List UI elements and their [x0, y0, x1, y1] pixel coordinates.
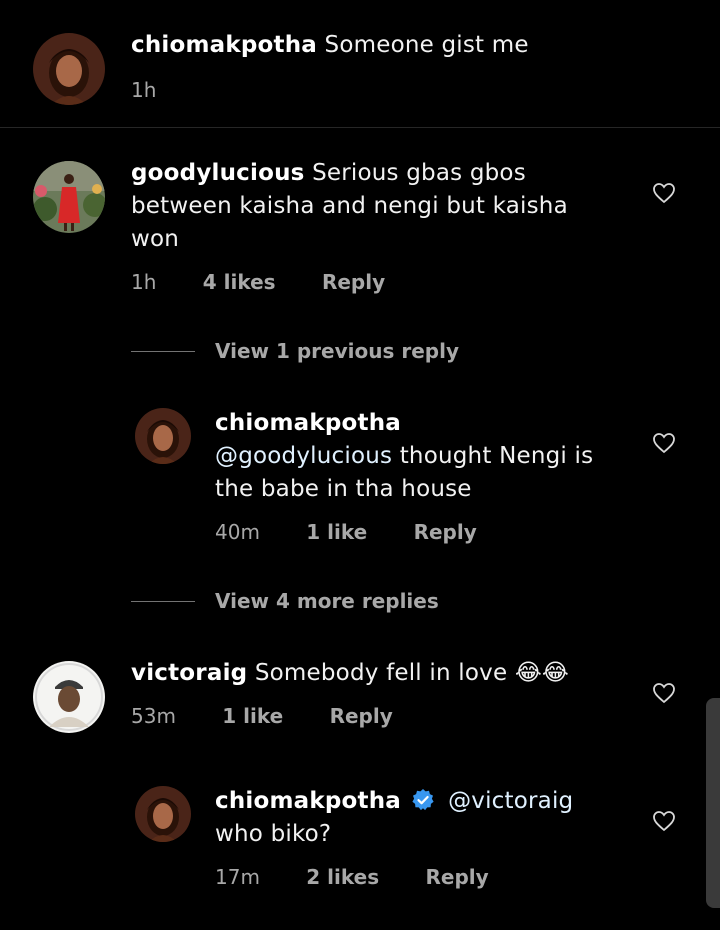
reply-button[interactable]: Reply	[425, 865, 488, 889]
replies-divider-line	[131, 600, 195, 602]
comment-victoraig-text: victoraig Somebody fell in love 😂😂	[131, 657, 631, 690]
avatar-chiomakpotha-reply[interactable]	[135, 408, 191, 464]
reply-chiomakpotha-2-text: chiomakpotha @victoraig who biko?	[215, 785, 635, 851]
caption-meta: 1h	[131, 78, 196, 102]
view-previous-replies[interactable]: View 1 previous reply	[131, 336, 459, 366]
caption-divider	[0, 127, 720, 128]
laughing-emoji-icon: 😂😂	[514, 660, 569, 686]
view-more-replies[interactable]: View 4 more replies	[131, 586, 439, 616]
heart-icon[interactable]	[652, 182, 676, 204]
reply-chiomakpotha-1-text: chiomakpotha @goodylucious thought Nengi…	[215, 407, 635, 506]
reply-line-2: @goodylucious thought Nengi is	[215, 440, 635, 473]
comment-likes[interactable]: 1 like	[222, 704, 283, 728]
comment-body-line1: Serious gbas gbos	[312, 160, 526, 186]
reply-username[interactable]: chiomakpotha	[215, 788, 401, 814]
verified-badge-icon	[411, 789, 434, 811]
reply-button[interactable]: Reply	[322, 270, 385, 294]
comment-time: 53m	[131, 704, 176, 728]
reply-chiomakpotha-1-meta: 40m 1 like Reply	[215, 520, 517, 544]
comment-username[interactable]: goodylucious	[131, 160, 305, 186]
avatar-victoraig[interactable]	[33, 661, 105, 733]
scrollbar-handle[interactable]	[706, 698, 720, 908]
reply-body-line2: thought Nengi is	[399, 443, 594, 469]
reply-button[interactable]: Reply	[330, 704, 393, 728]
caption-body: Someone gist me	[324, 32, 529, 58]
reply-button[interactable]: Reply	[414, 520, 477, 544]
comment-time: 1h	[131, 270, 157, 294]
comment-username[interactable]: victoraig	[131, 660, 247, 686]
mention-link[interactable]: @victoraig	[448, 788, 573, 814]
reply-username[interactable]: chiomakpotha	[215, 407, 635, 440]
caption-text: chiomakpotha Someone gist me	[131, 29, 651, 62]
heart-icon[interactable]	[652, 432, 676, 454]
comment-body: Somebody fell in love	[254, 660, 508, 686]
caption-username[interactable]: chiomakpotha	[131, 32, 317, 58]
comment-goodylucious-meta: 1h 4 likes Reply	[131, 270, 425, 294]
view-more-label: View 4 more replies	[215, 589, 439, 613]
avatar-chiomakpotha-reply[interactable]	[135, 786, 191, 842]
comment-line-1: goodylucious Serious gbas gbos	[131, 157, 631, 190]
reply-chiomakpotha-2-meta: 17m 2 likes Reply	[215, 865, 529, 889]
comment-body-line2: between kaisha and nengi but kaisha	[131, 193, 568, 219]
comment-victoraig-meta: 53m 1 like Reply	[131, 704, 433, 728]
comment-body-line3: won	[131, 226, 180, 252]
reply-body-line2: who biko?	[215, 821, 332, 847]
reply-line-1: chiomakpotha @victoraig	[215, 785, 635, 818]
heart-icon[interactable]	[652, 682, 676, 704]
reply-likes[interactable]: 1 like	[306, 520, 367, 544]
reply-likes[interactable]: 2 likes	[306, 865, 379, 889]
reply-time: 40m	[215, 520, 260, 544]
mention-link[interactable]: @goodylucious	[215, 443, 392, 469]
heart-icon[interactable]	[652, 810, 676, 832]
avatar-goodylucious[interactable]	[33, 161, 105, 233]
comment-likes[interactable]: 4 likes	[203, 270, 276, 294]
comment-goodylucious-text: goodylucious Serious gbas gbos between k…	[131, 157, 631, 256]
avatar-chiomakpotha[interactable]	[33, 33, 105, 105]
view-previous-label: View 1 previous reply	[215, 339, 459, 363]
reply-body-line3: the babe in tha house	[215, 476, 472, 502]
reply-time: 17m	[215, 865, 260, 889]
replies-divider-line	[131, 350, 195, 352]
caption-time: 1h	[131, 78, 157, 102]
